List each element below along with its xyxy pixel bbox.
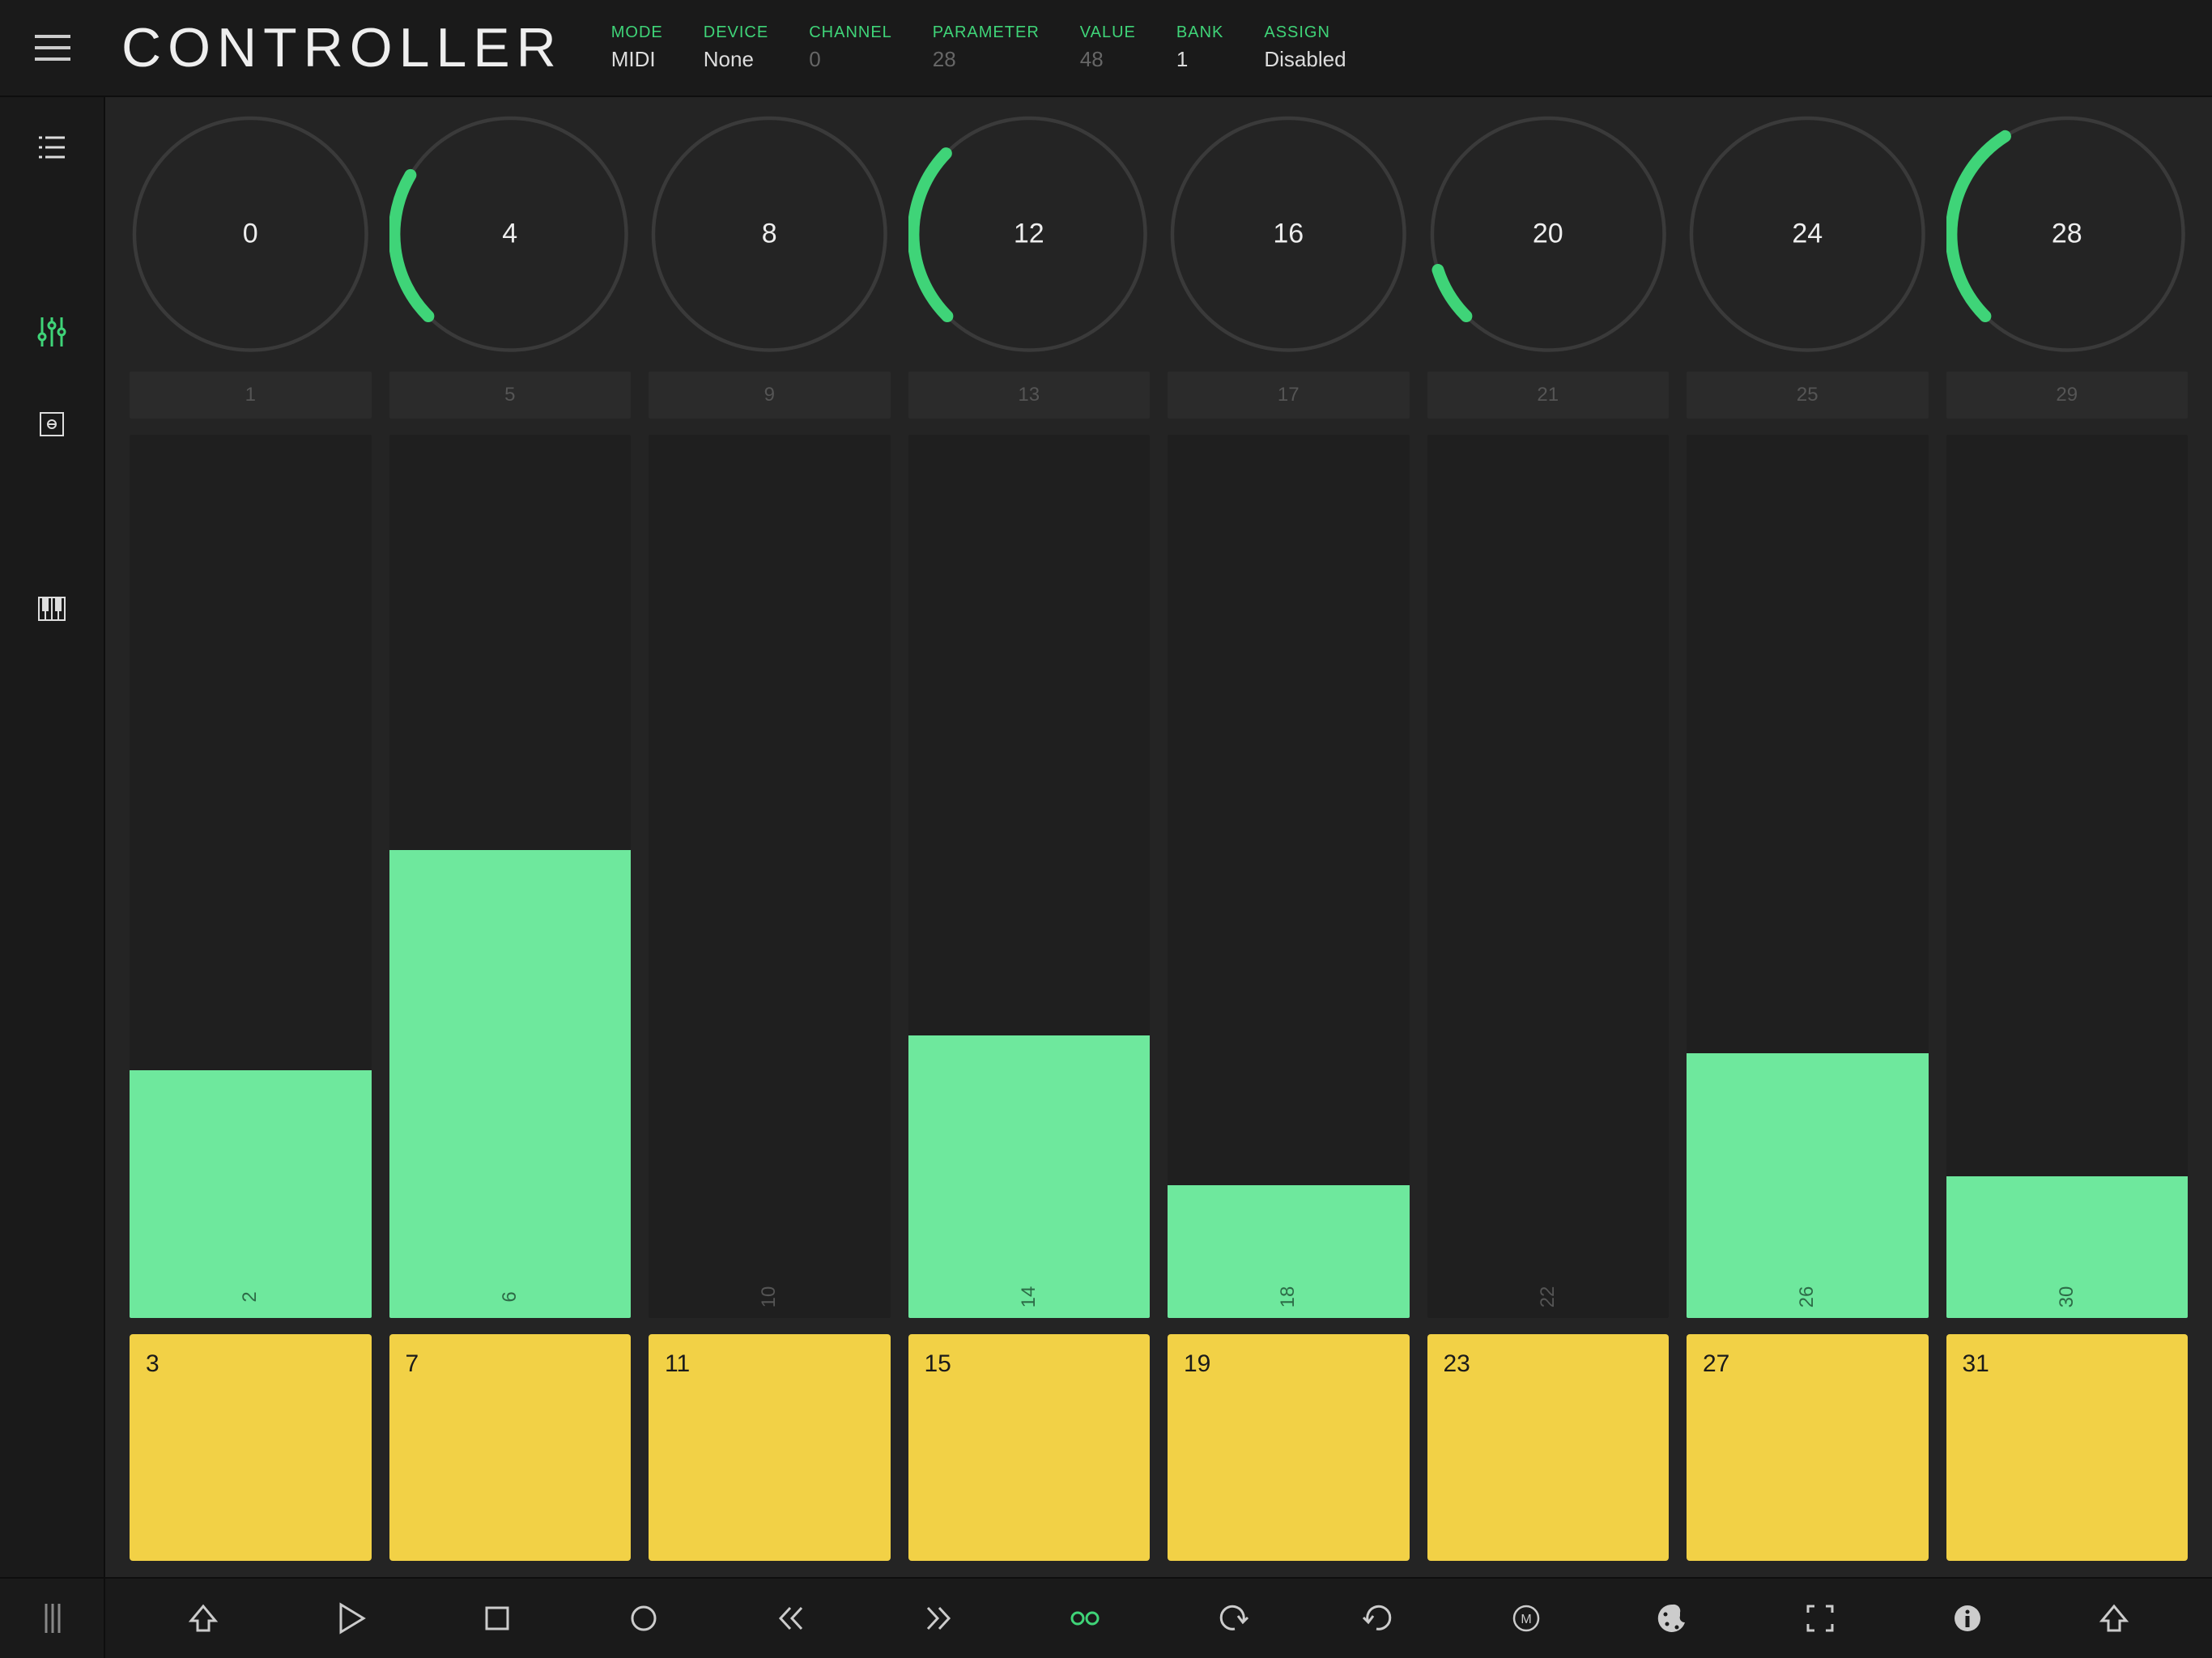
footer: M [105, 1577, 2212, 1658]
page-title: CONTROLLER [121, 16, 563, 79]
slider-label: 14 [1018, 1286, 1040, 1308]
play-icon[interactable] [330, 1598, 370, 1639]
slider-7[interactable]: 30 [1946, 435, 2189, 1319]
status-mode[interactable]: MODE MIDI [611, 23, 663, 72]
sidebar-socket-icon[interactable] [34, 406, 70, 442]
fullscreen-icon[interactable] [1800, 1598, 1840, 1639]
footer-handle[interactable] [0, 1577, 105, 1658]
status-bar: MODE MIDI DEVICE None CHANNEL 0 PARAMETE… [611, 23, 1346, 72]
slider-4[interactable]: 18 [1168, 435, 1410, 1319]
slider-label: 26 [1796, 1286, 1819, 1308]
sidebar-list-icon[interactable] [34, 130, 70, 165]
small-button-4[interactable]: 17 [1168, 372, 1410, 419]
pad-7[interactable]: 31 [1946, 1334, 2189, 1561]
slider-0[interactable]: 2 [130, 435, 372, 1319]
pad-2[interactable]: 11 [649, 1334, 891, 1561]
slider-6[interactable]: 26 [1687, 435, 1929, 1319]
knob-label: 20 [1533, 219, 1563, 250]
loop-icon[interactable] [1065, 1598, 1105, 1639]
svg-text:M: M [1521, 1613, 1531, 1626]
knob-3[interactable]: 12 [908, 113, 1151, 355]
knob-label: 8 [762, 219, 777, 250]
status-device[interactable]: DEVICE None [704, 23, 768, 72]
knob-6[interactable]: 24 [1687, 113, 1929, 355]
pad-3[interactable]: 15 [908, 1334, 1151, 1561]
record-icon[interactable] [623, 1598, 664, 1639]
slider-label: 30 [2056, 1286, 2078, 1308]
metronome-icon[interactable]: M [1506, 1598, 1546, 1639]
small-button-0[interactable]: 1 [130, 372, 372, 419]
slider-label: 18 [1277, 1286, 1300, 1308]
main-panel: 0 4 8 12 16 20 24 [105, 97, 2212, 1577]
slider-fill [908, 1035, 1151, 1318]
button-row: 159 13 17 21 25 29 [130, 372, 2188, 419]
slider-label: 6 [499, 1291, 521, 1302]
status-bank[interactable]: BANK 1 [1176, 23, 1223, 72]
knob-5[interactable]: 20 [1427, 113, 1670, 355]
knob-4[interactable]: 16 [1168, 113, 1410, 355]
slider-label: 22 [1537, 1286, 1559, 1308]
knob-7[interactable]: 28 [1946, 113, 2189, 355]
knob-label: 28 [2052, 219, 2082, 250]
sidebar-grid-icon[interactable] [34, 222, 70, 257]
small-button-6[interactable]: 25 [1687, 372, 1929, 419]
info-icon[interactable] [1947, 1598, 1988, 1639]
knob-label: 12 [1014, 219, 1044, 250]
forward-icon[interactable] [918, 1598, 959, 1639]
sidebar-piano-icon[interactable] [34, 591, 70, 627]
menu-button[interactable] [0, 0, 105, 96]
status-assign[interactable]: ASSIGN Disabled [1264, 23, 1346, 72]
stop-icon[interactable] [477, 1598, 517, 1639]
palette-icon[interactable] [1653, 1598, 1693, 1639]
knob-0[interactable]: 0 [130, 113, 372, 355]
slider-2[interactable]: 10 [649, 435, 891, 1319]
rewind-icon[interactable] [771, 1598, 811, 1639]
slider-fill [1687, 1053, 1929, 1318]
sidebar-sliders-icon[interactable] [34, 314, 70, 350]
shift-up-right-icon[interactable] [2094, 1598, 2134, 1639]
small-button-2[interactable]: 9 [649, 372, 891, 419]
knob-2[interactable]: 8 [649, 113, 891, 355]
pad-6[interactable]: 27 [1687, 1334, 1929, 1561]
small-button-7[interactable]: 29 [1946, 372, 2189, 419]
slider-5[interactable]: 22 [1427, 435, 1670, 1319]
slider-3[interactable]: 14 [908, 435, 1151, 1319]
header: CONTROLLER MODE MIDI DEVICE None CHANNEL… [0, 0, 2212, 97]
slider-label: 10 [758, 1286, 781, 1308]
slider-1[interactable]: 6 [389, 435, 632, 1319]
knob-row: 0 4 8 12 16 20 24 [130, 113, 2188, 355]
knob-label: 4 [502, 219, 517, 250]
status-channel[interactable]: CHANNEL 0 [809, 23, 892, 72]
pad-5[interactable]: 23 [1427, 1334, 1670, 1561]
knob-label: 24 [1792, 219, 1823, 250]
shift-up-left-icon[interactable] [183, 1598, 223, 1639]
sidebar [0, 97, 105, 1658]
redo-icon[interactable] [1359, 1598, 1399, 1639]
slider-fill [130, 1070, 372, 1318]
small-button-1[interactable]: 5 [389, 372, 632, 419]
knob-label: 16 [1273, 219, 1304, 250]
knob-label: 0 [243, 219, 258, 250]
pad-row: 37111519232731 [130, 1334, 2188, 1561]
small-button-3[interactable]: 13 [908, 372, 1151, 419]
slider-fill [389, 850, 632, 1318]
small-button-5[interactable]: 21 [1427, 372, 1670, 419]
pad-0[interactable]: 3 [130, 1334, 372, 1561]
sidebar-hexagon-icon[interactable] [34, 499, 70, 534]
undo-icon[interactable] [1212, 1598, 1253, 1639]
status-parameter[interactable]: PARAMETER 28 [933, 23, 1040, 72]
pad-4[interactable]: 19 [1168, 1334, 1410, 1561]
pad-1[interactable]: 7 [389, 1334, 632, 1561]
status-value[interactable]: VALUE 48 [1080, 23, 1136, 72]
slider-row: 2 6 10 14 18 22 26 30 [130, 435, 2188, 1319]
knob-1[interactable]: 4 [389, 113, 632, 355]
slider-label: 2 [239, 1291, 262, 1302]
